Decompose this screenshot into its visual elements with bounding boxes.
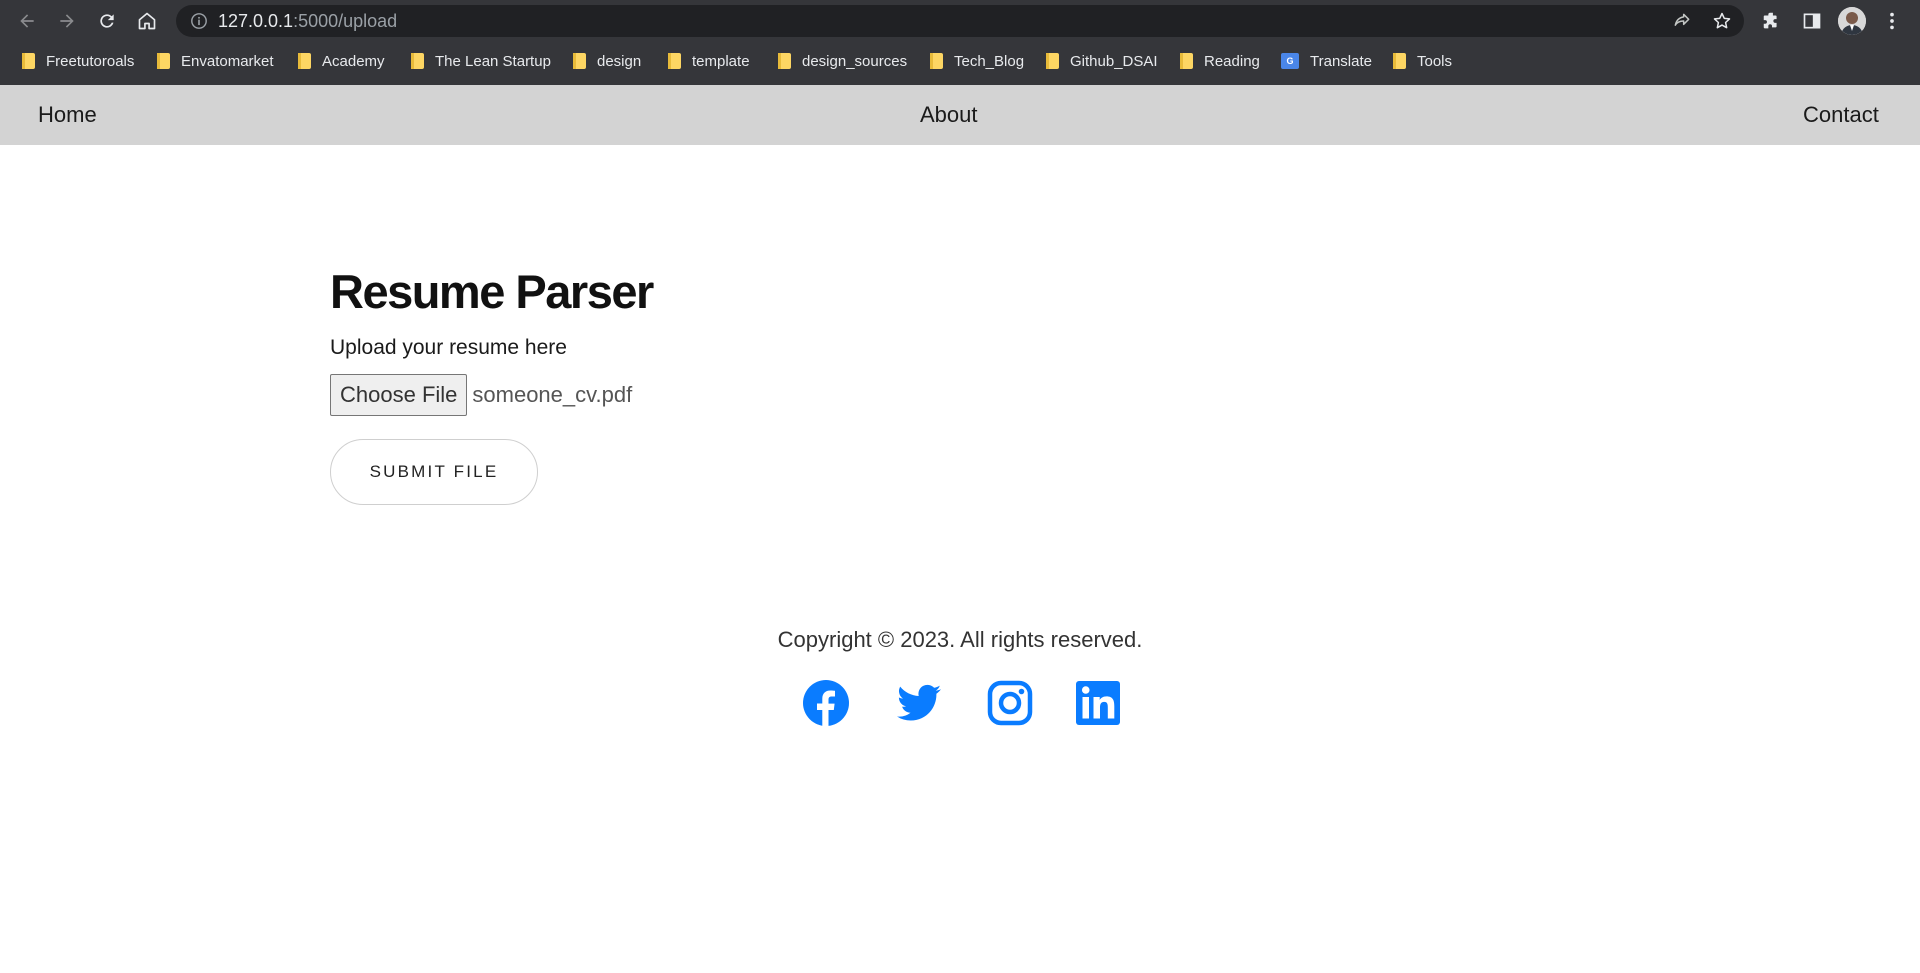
bookmark-label: Academy (322, 52, 385, 70)
bookmark-item[interactable]: Academy (298, 48, 385, 74)
linkedin-icon[interactable] (1074, 679, 1122, 727)
more-menu-icon[interactable] (1880, 9, 1904, 33)
folder-icon (1046, 53, 1059, 69)
bookmark-label: Tools (1417, 52, 1453, 70)
twitter-icon[interactable] (895, 679, 943, 727)
bookmark-item[interactable]: template (668, 48, 750, 74)
instagram-icon[interactable] (986, 679, 1034, 727)
facebook-icon[interactable] (802, 679, 850, 727)
bookmark-item[interactable]: G Translate (1281, 48, 1372, 74)
google-translate-icon: G (1281, 53, 1299, 69)
url-host: 127.0.0.1 (218, 11, 294, 31)
bookmark-label: design (597, 52, 642, 70)
folder-icon (411, 53, 424, 69)
folder-icon (668, 53, 681, 69)
side-panel-icon[interactable] (1800, 9, 1824, 33)
bookmark-label: Reading (1204, 52, 1260, 70)
page-title: Resume Parser (330, 265, 654, 318)
folder-icon (778, 53, 791, 69)
file-input[interactable]: Choose File someone_cv.pdf (330, 374, 632, 416)
extensions-icon[interactable] (1760, 9, 1784, 33)
bookmark-item[interactable]: Github_DSAI (1046, 48, 1158, 74)
home-icon (138, 12, 156, 30)
bookmark-label: Translate (1310, 52, 1372, 70)
folder-icon (930, 53, 943, 69)
arrow-right-icon (60, 14, 74, 28)
forward-button[interactable] (52, 6, 82, 36)
submit-file-button[interactable]: SUBMIT FILE (330, 439, 538, 505)
bookmark-item[interactable]: The Lean Startup (411, 48, 551, 74)
folder-icon (22, 53, 35, 69)
folder-icon (573, 53, 586, 69)
bookmarks-bar: Freetutoroals Envatomarket Academy The L… (0, 48, 1920, 74)
address-bar[interactable]: 127.0.0.1:5000/upload (176, 5, 1744, 37)
bookmark-item[interactable]: Freetutoroals (22, 48, 134, 74)
reload-icon (100, 14, 114, 28)
bookmark-item[interactable]: Reading (1180, 48, 1260, 74)
folder-icon (157, 53, 170, 69)
bookmark-label: The Lean Startup (435, 52, 551, 70)
bookmark-label: Freetutoroals (46, 52, 135, 70)
bookmark-item[interactable]: Envatomarket (157, 48, 274, 74)
nav-contact-link[interactable]: Contact (1803, 85, 1879, 145)
arrow-left-icon (20, 14, 34, 28)
selected-file-name: someone_cv.pdf (472, 382, 633, 407)
copyright-text: Copyright © 2023. All rights reserved. (777, 627, 1143, 652)
bookmark-item[interactable]: design_sources (778, 48, 907, 74)
choose-file-button[interactable]: Choose File (330, 374, 468, 416)
nav-about-link[interactable]: About (920, 85, 978, 145)
url-path: :5000/upload (293, 11, 398, 31)
folder-icon (1393, 53, 1406, 69)
nav-home-link[interactable]: Home (38, 85, 97, 145)
bookmark-item[interactable]: Tech_Blog (930, 48, 1024, 74)
bookmark-item[interactable]: design (573, 48, 641, 74)
bookmark-label: design_sources (802, 52, 908, 70)
bookmark-label: Envatomarket (181, 52, 274, 70)
reload-button[interactable] (92, 6, 122, 36)
upload-label: Upload your resume here (330, 336, 567, 359)
browser-chrome: 127.0.0.1:5000/upload Freetutoroals Enva… (0, 0, 1920, 85)
home-button[interactable] (132, 6, 162, 36)
browser-toolbar: 127.0.0.1:5000/upload (0, 0, 1920, 42)
bookmark-label: Tech_Blog (954, 52, 1025, 70)
bookmark-star-icon[interactable] (1712, 11, 1732, 31)
share-icon[interactable] (1672, 11, 1692, 31)
folder-icon (298, 53, 311, 69)
bookmark-label: Github_DSAI (1070, 52, 1158, 70)
folder-icon (1180, 53, 1193, 69)
bookmark-item[interactable]: Tools (1393, 48, 1452, 74)
profile-avatar[interactable] (1838, 7, 1866, 35)
site-info-icon[interactable] (190, 12, 208, 30)
url-text: 127.0.0.1:5000/upload (218, 12, 397, 30)
back-button[interactable] (12, 6, 42, 36)
site-navbar: Home About Contact (0, 85, 1920, 145)
bookmark-label: template (692, 52, 750, 70)
